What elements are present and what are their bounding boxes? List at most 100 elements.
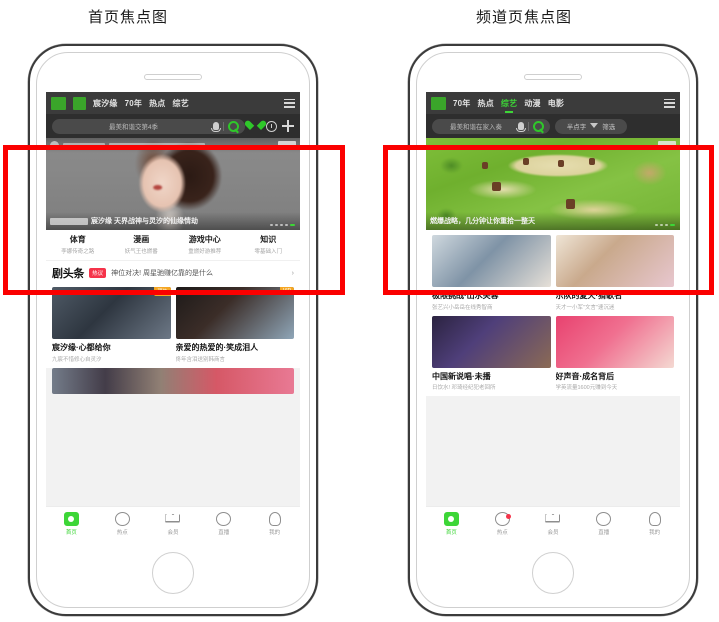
nav-tab-variety[interactable]: 综艺 xyxy=(173,98,189,109)
headline-badge: 热议 xyxy=(89,268,107,278)
video-card[interactable]: VIP 亲爱的热爱的·笑成泪人 佟年含泪送别韩商言 xyxy=(175,287,294,363)
video-card[interactable]: 好声音·成名背后 学英流量1600元赚到今天 xyxy=(555,315,674,391)
search-input[interactable]: 最美和谐在家入奏 xyxy=(432,118,550,134)
filter-control[interactable]: 半点字 筛选 xyxy=(555,118,627,134)
hero-focus-banner[interactable]: 燃爆战略，几分钟让你重拾一整天 xyxy=(426,138,680,230)
hero-focus-banner[interactable]: 宸汐缘 天界战神与灵汐的仙缘情劫 xyxy=(46,138,300,230)
nav-tab-anime[interactable]: 动漫 xyxy=(524,98,540,109)
clock-icon[interactable] xyxy=(266,120,277,132)
hero-ad-badge xyxy=(658,141,676,149)
video-thumbnail[interactable] xyxy=(432,235,551,287)
video-title: 亲爱的热爱的·笑成泪人 xyxy=(175,343,259,352)
tab-profile[interactable]: 我的 xyxy=(249,511,300,536)
annotated-mockup-canvas: 首页焦点图 频道页焦点图 宸汐缘 70年 热点 综艺 最美和谐交第4季 宸汐缘 … xyxy=(0,0,719,622)
category-item-gamecenter[interactable]: 游戏中心 重燃好游推荐 xyxy=(173,234,237,255)
mic-icon[interactable] xyxy=(516,122,526,132)
hero-scene-unit xyxy=(481,161,488,169)
tab-hotspot[interactable]: 热点 xyxy=(97,511,148,536)
video-title: 极限挑战·出水芙蓉 xyxy=(432,291,499,300)
category-label: 体育 xyxy=(69,235,86,244)
phone-mockup-home: 宸汐缘 70年 热点 综艺 最美和谐交第4季 宸汐缘 天界战神与灵汐的仙缘情劫 … xyxy=(28,44,318,616)
phone-screen-home: 宸汐缘 70年 热点 综艺 最美和谐交第4季 宸汐缘 天界战神与灵汐的仙缘情劫 … xyxy=(46,92,300,540)
search-icon[interactable] xyxy=(228,120,239,132)
category-sublabel: 李娜传奇之路 xyxy=(61,249,95,255)
search-input[interactable]: 最美和谐交第4季 xyxy=(52,118,245,134)
phone-home-button[interactable] xyxy=(532,552,574,594)
hero-overlay-bar xyxy=(63,143,105,148)
caption-home-focus-image: 首页焦点图 xyxy=(88,9,169,26)
filter-chip-label: 半点字 xyxy=(566,124,587,131)
hero-scene-unit xyxy=(565,198,575,209)
plus-icon[interactable] xyxy=(282,120,294,132)
category-sublabel: 零基础入门 xyxy=(254,249,282,255)
nav-tab-70years[interactable]: 70年 xyxy=(125,98,143,109)
phone-speaker-grille xyxy=(144,74,202,80)
search-bar: 最美和谐在家入奏 半点字 筛选 xyxy=(426,114,680,138)
tab-live[interactable]: 直播 xyxy=(198,511,249,536)
category-strip: 体育 李娜传奇之路 漫画 妖气王也燃番 游戏中心 重燃好游推荐 知识 零基础入门 xyxy=(46,230,300,260)
tab-home[interactable]: 首页 xyxy=(46,511,97,536)
video-thumbnail[interactable] xyxy=(555,315,674,368)
headline-row[interactable]: 剧头条 热议 神位对决! 周星驰赚亿靠的是什么 › xyxy=(46,260,300,287)
hero-scene-unit xyxy=(522,158,529,166)
nav-tab-movie[interactable]: 电影 xyxy=(548,98,564,109)
hamburger-icon[interactable] xyxy=(664,98,675,108)
video-thumbnail[interactable]: 预告 xyxy=(52,287,171,339)
tab-home[interactable]: 首页 xyxy=(426,511,477,536)
video-card[interactable]: 中国新说唱·未播 日饮水! 邓琦经纪犯老回所 xyxy=(432,315,551,391)
home-icon xyxy=(443,511,459,526)
hero-caption-overlay: 燃爆战略，几分钟让你重拾一整天 xyxy=(426,212,680,230)
profile-icon xyxy=(648,511,661,526)
filter-icon[interactable] xyxy=(590,122,599,130)
tab-label: 热点 xyxy=(496,529,508,536)
play-icon[interactable] xyxy=(50,141,59,150)
search-bar: 最美和谐交第4季 xyxy=(46,114,300,138)
top-navbar: 宸汐缘 70年 热点 综艺 xyxy=(46,92,300,114)
hero-carousel-dots[interactable] xyxy=(270,224,295,226)
nav-tab-chenxiyuan[interactable]: 宸汐缘 xyxy=(93,98,118,109)
tab-label: 首页 xyxy=(65,529,77,536)
video-thumbnail[interactable]: VIP xyxy=(175,287,294,339)
heart-icon[interactable] xyxy=(250,121,261,131)
tab-label: 直播 xyxy=(598,529,610,536)
hero-carousel-dots[interactable] xyxy=(655,224,675,226)
app-logo-icon[interactable] xyxy=(51,96,66,110)
search-divider xyxy=(223,121,224,131)
video-thumbnail[interactable] xyxy=(555,235,674,287)
video-card[interactable]: 乐队的夏天·猜歌名 天才一小军"文言"速沉迷 xyxy=(555,235,674,311)
partial-content-strip[interactable] xyxy=(52,367,294,394)
video-card[interactable]: 预告 宸汐缘·心都给你 九宸不惜修心自灵汐 xyxy=(52,287,171,363)
category-item-sports[interactable]: 体育 李娜传奇之路 xyxy=(46,234,110,255)
nav-tab-variety[interactable]: 综艺 xyxy=(501,98,517,113)
hero-ad-badge xyxy=(278,141,296,149)
hamburger-icon[interactable] xyxy=(284,98,295,108)
nav-tab-hotspot[interactable]: 热点 xyxy=(149,98,165,109)
phone-mockup-channel: 70年 热点 综艺 动漫 电影 最美和谐在家入奏 半点字 筛选 燃爆战略，几分钟… xyxy=(408,44,698,616)
chevron-right-icon[interactable]: › xyxy=(292,270,294,277)
tab-label: 我的 xyxy=(649,529,661,536)
card-grid-row-2: 中国新说唱·未播 日饮水! 邓琦经纪犯老回所 好声音·成名背后 学英流量1600… xyxy=(426,315,680,396)
profile-icon xyxy=(268,511,281,526)
hero-scene-unit xyxy=(588,158,595,166)
app-logo-icon[interactable] xyxy=(431,96,446,110)
nav-tab-hotspot[interactable]: 热点 xyxy=(478,98,494,109)
video-thumbnail[interactable] xyxy=(432,315,551,368)
nav-tab-70years[interactable]: 70年 xyxy=(453,98,471,109)
app-logo-text-icon[interactable] xyxy=(73,96,86,110)
tab-vip[interactable]: 会员 xyxy=(528,511,579,536)
category-item-knowledge[interactable]: 知识 零基础入门 xyxy=(237,234,301,255)
phone-home-button[interactable] xyxy=(152,552,194,594)
tab-label: 会员 xyxy=(547,529,559,536)
hero-scene-unit xyxy=(558,160,565,168)
tab-live[interactable]: 直播 xyxy=(578,511,629,536)
tab-vip[interactable]: 会员 xyxy=(148,511,199,536)
tab-profile[interactable]: 我的 xyxy=(629,511,680,536)
notification-dot xyxy=(506,513,512,519)
search-icon[interactable] xyxy=(533,120,544,132)
video-card[interactable]: 极限挑战·出水芙蓉 张艺兴小岳岳在线秀智商 xyxy=(432,235,551,311)
mic-icon[interactable] xyxy=(211,122,221,132)
tab-hotspot[interactable]: 热点 xyxy=(477,511,528,536)
thumbnail-tag: 预告 xyxy=(154,287,171,296)
category-item-comics[interactable]: 漫画 妖气王也燃番 xyxy=(110,234,174,255)
thumbnail-tag: VIP xyxy=(279,287,294,295)
